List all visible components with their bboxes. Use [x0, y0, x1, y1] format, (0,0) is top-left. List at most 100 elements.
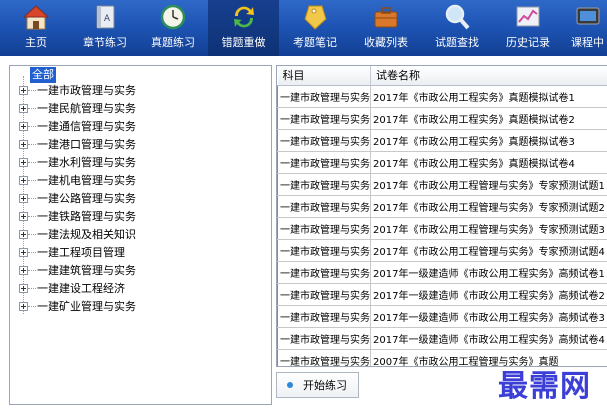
tree-item[interactable]: 一建法规及相关知识: [15, 225, 136, 243]
tree-item[interactable]: 一建矿业管理与实务: [15, 297, 136, 315]
start-practice-label: 开始练习: [303, 379, 347, 392]
cell-paper-name: 2017年一级建造师《市政公用工程实务》高频试卷4: [370, 327, 607, 350]
cell-paper-name: 2017年《市政公用工程实务》真题模拟试卷3: [370, 129, 607, 152]
toolbar-item-history[interactable]: 历史记录: [493, 0, 563, 56]
table-row[interactable]: 一建市政管理与实务 2017年《市政公用工程实务》真题模拟试卷2: [277, 107, 607, 130]
home-icon: [22, 5, 50, 30]
cell-subject: 一建市政管理与实务: [277, 151, 371, 174]
tree-item[interactable]: 一建工程项目管理: [15, 243, 125, 261]
tree-item[interactable]: 一建建筑管理与实务: [15, 261, 136, 279]
tree-item[interactable]: 一建通信管理与实务: [15, 117, 136, 135]
tree-item[interactable]: 一建水利管理与实务: [15, 153, 136, 171]
cell-subject: 一建市政管理与实务: [277, 107, 371, 130]
book-icon: A: [96, 5, 115, 29]
table-row[interactable]: 一建市政管理与实务 2017年《市政公用工程管理与实务》专家预测试题3: [277, 217, 607, 240]
watermark-logo: 最需网: [498, 369, 591, 404]
column-header-paper-name[interactable]: 试卷名称: [370, 66, 607, 86]
expand-plus-icon[interactable]: [19, 103, 28, 113]
cell-subject: 一建市政管理与实务: [277, 85, 371, 108]
expand-plus-icon[interactable]: [19, 121, 28, 131]
expand-plus-icon[interactable]: [19, 175, 28, 185]
chart-icon: [516, 6, 540, 27]
tree-item[interactable]: 一建民航管理与实务: [15, 99, 136, 117]
expand-plus-icon[interactable]: [19, 139, 28, 149]
toolbar-item-home[interactable]: 主页: [0, 0, 72, 56]
tv-icon: [576, 7, 600, 25]
expand-plus-icon[interactable]: [19, 229, 28, 239]
toolbar-item-search[interactable]: 试题查找: [421, 0, 493, 56]
toolbar-label: 课程中: [571, 36, 604, 49]
tree-item-label: 一建公路管理与实务: [37, 192, 136, 205]
toolbar-item-chapter-practice[interactable]: A 章节练习: [72, 0, 138, 56]
refresh-icon: [233, 6, 254, 28]
table-row[interactable]: 一建市政管理与实务 2017年一级建造师《市政公用工程实务》高频试卷2: [277, 283, 607, 306]
table-row[interactable]: 一建市政管理与实务 2017年《市政公用工程实务》真题模拟试卷3: [277, 129, 607, 152]
toolbar-label: 章节练习: [83, 36, 127, 49]
tree-item-label: 一建法规及相关知识: [37, 228, 136, 241]
tree-item[interactable]: 一建铁路管理与实务: [15, 207, 136, 225]
cell-subject: 一建市政管理与实务: [277, 283, 371, 306]
clock-icon: [160, 4, 186, 30]
bullet-icon: [287, 382, 293, 388]
svg-text:A: A: [104, 14, 111, 24]
toolbar-label: 主页: [25, 36, 47, 49]
cell-paper-name: 2017年《市政公用工程实务》真题模拟试卷1: [370, 85, 607, 108]
expand-plus-icon[interactable]: [19, 211, 28, 221]
cell-paper-name: 2017年一级建造师《市政公用工程实务》高频试卷2: [370, 283, 607, 306]
expand-plus-icon[interactable]: [19, 247, 28, 257]
tree-item-label: 一建水利管理与实务: [37, 156, 136, 169]
toolbar-item-course[interactable]: 课程中: [563, 0, 607, 56]
table-row[interactable]: 一建市政管理与实务 2017年《市政公用工程管理与实务》专家预测试题4: [277, 239, 607, 262]
expand-plus-icon[interactable]: [19, 283, 28, 293]
tree-item-label: 一建铁路管理与实务: [37, 210, 136, 223]
tree-item[interactable]: 一建公路管理与实务: [15, 189, 136, 207]
table-row[interactable]: 一建市政管理与实务 2017年一级建造师《市政公用工程实务》高频试卷1: [277, 261, 607, 284]
cell-paper-name: 2017年一级建造师《市政公用工程实务》高频试卷1: [370, 261, 607, 284]
expand-plus-icon[interactable]: [19, 265, 28, 275]
magnifier-icon: [445, 4, 470, 30]
tree-item-label: 一建建设工程经济: [37, 282, 125, 295]
main-toolbar: 主页 A 章节练习 真题练习 错题重做 考题笔记 收藏列表 试题查找 历史记录 …: [0, 0, 607, 56]
subject-tree: 全部 一建市政管理与实务 一建民航管理与实务 一建通信管理与实务 一建港口管理与…: [9, 65, 272, 405]
cell-subject: 一建市政管理与实务: [277, 349, 371, 366]
table-row[interactable]: 一建市政管理与实务 2017年《市政公用工程实务》真题模拟试卷1: [277, 85, 607, 108]
start-practice-button[interactable]: 开始练习: [276, 372, 359, 398]
table-row[interactable]: 一建市政管理与实务 2017年一级建造师《市政公用工程实务》高频试卷4: [277, 327, 607, 350]
cell-paper-name: 2017年《市政公用工程管理与实务》专家预测试题3: [370, 217, 607, 240]
tree-item[interactable]: 一建港口管理与实务: [15, 135, 136, 153]
table-row[interactable]: 一建市政管理与实务 2017年《市政公用工程实务》真题模拟试卷4: [277, 151, 607, 174]
toolbar-label: 收藏列表: [364, 36, 408, 49]
cell-subject: 一建市政管理与实务: [277, 261, 371, 284]
table-row[interactable]: 一建市政管理与实务 2017年《市政公用工程管理与实务》专家预测试题2: [277, 195, 607, 218]
toolbar-item-notes[interactable]: 考题笔记: [279, 0, 351, 56]
toolbar-item-favorites[interactable]: 收藏列表: [351, 0, 421, 56]
tree-item[interactable]: 一建机电管理与实务: [15, 171, 136, 189]
exam-paper-table: 科目 试卷名称 一建市政管理与实务 2017年《市政公用工程实务》真题模拟试卷1 …: [277, 66, 607, 366]
exam-paper-table-panel: 科目 试卷名称 一建市政管理与实务 2017年《市政公用工程实务》真题模拟试卷1 …: [276, 65, 607, 367]
toolbar-item-past-exam[interactable]: 真题练习: [138, 0, 208, 56]
toolbar-label: 真题练习: [151, 36, 195, 49]
cell-paper-name: 2017年《市政公用工程实务》真题模拟试卷4: [370, 151, 607, 174]
tree-item[interactable]: 一建建设工程经济: [15, 279, 125, 297]
tree-item-label: 一建港口管理与实务: [37, 138, 136, 151]
cell-paper-name: 2017年《市政公用工程实务》真题模拟试卷2: [370, 107, 607, 130]
toolbar-label: 试题查找: [435, 36, 479, 49]
column-header-subject[interactable]: 科目: [277, 66, 371, 86]
tree-item-label: 一建通信管理与实务: [37, 120, 136, 133]
table-row[interactable]: 一建市政管理与实务 2017年一级建造师《市政公用工程实务》高频试卷3: [277, 305, 607, 328]
tree-item-label: 一建市政管理与实务: [37, 84, 136, 97]
cell-subject: 一建市政管理与实务: [277, 195, 371, 218]
table-row[interactable]: 一建市政管理与实务 2017年《市政公用工程管理与实务》专家预测试题1: [277, 173, 607, 196]
expand-plus-icon[interactable]: [19, 85, 28, 95]
cell-subject: 一建市政管理与实务: [277, 305, 371, 328]
tree-item-label: 一建工程项目管理: [37, 246, 125, 259]
cell-subject: 一建市政管理与实务: [277, 217, 371, 240]
tree-item[interactable]: 一建市政管理与实务: [15, 81, 136, 99]
table-header-row: 科目 试卷名称: [277, 66, 607, 86]
toolbar-item-wrong-redo[interactable]: 错题重做: [208, 0, 279, 56]
expand-plus-icon[interactable]: [19, 157, 28, 167]
cell-subject: 一建市政管理与实务: [277, 129, 371, 152]
toolbar-label: 历史记录: [506, 36, 550, 49]
expand-plus-icon[interactable]: [19, 301, 28, 311]
expand-plus-icon[interactable]: [19, 193, 28, 203]
